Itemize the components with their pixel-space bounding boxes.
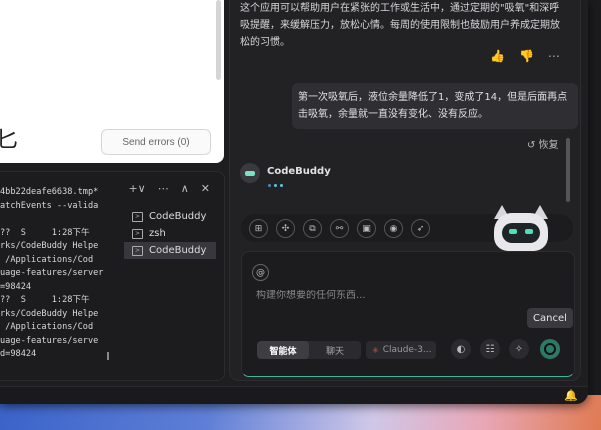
terminal-tab-label: CodeBuddy	[149, 245, 207, 256]
terminal-tab-codebuddy-active[interactable]: > CodeBuddy	[124, 242, 216, 259]
claude-icon: ✳	[372, 345, 379, 355]
tool-link-icon[interactable]: ⚯	[330, 219, 349, 238]
tool-plugin-icon[interactable]: ✣	[276, 219, 295, 238]
ide-window: 匕 Send errors (0) +∨ ⋯ ∧ ✕ 4bb22deafe663…	[0, 0, 588, 404]
terminal-line: ?? S 1:28下午	[0, 227, 90, 238]
tool-copy-icon[interactable]: ⧉	[303, 219, 322, 238]
palette-icon[interactable]: ◐	[451, 339, 471, 359]
more-icon[interactable]: ⋯	[548, 49, 560, 63]
bell-icon[interactable]: 🔔	[564, 389, 578, 402]
mode-agent[interactable]: 智能体	[257, 341, 309, 359]
checklist-icon[interactable]: ☷	[480, 339, 500, 359]
mention-button[interactable]: @	[252, 264, 269, 281]
terminal-icon: >	[132, 211, 143, 222]
mode-toggle: 智能体 聊天	[257, 341, 361, 359]
thumbs-up-icon[interactable]: 👍	[490, 49, 505, 63]
terminal-tab-label: zsh	[149, 228, 166, 239]
stop-button[interactable]	[540, 339, 560, 359]
terminal-output[interactable]: 4bb22deafe6638.tmp* atchEvents --valida ?…	[0, 186, 110, 362]
user-message: 第一次吸氧后，液位余量降低了1，变成了14，但是后面再点击吸氧，余量就一直没有变…	[292, 83, 578, 129]
message-actions: 👍 👎 ⋯	[490, 49, 560, 63]
codebuddy-chat-panel: 这个应用可以帮助用户在紧张的工作或生活中，通过定期的"吸氧"和深呼吸提醒，来缓解…	[229, 0, 581, 381]
terminal-line: rks/CodeBuddy Helpe	[0, 241, 99, 251]
cancel-tooltip: Cancel	[527, 308, 573, 328]
chat-input[interactable]	[256, 290, 556, 301]
terminal-tab-label: CodeBuddy	[149, 211, 207, 222]
terminal-tab-codebuddy[interactable]: > CodeBuddy	[124, 208, 216, 225]
assistant-message: 这个应用可以帮助用户在紧张的工作或生活中，通过定期的"吸氧"和深呼吸提醒，来缓解…	[240, 3, 560, 48]
typing-indicator	[268, 184, 283, 187]
model-selector[interactable]: ✳ Claude-3...	[366, 341, 436, 359]
terminal-line: =98424	[0, 281, 32, 292]
maximize-icon[interactable]: ∧	[181, 182, 189, 195]
more-icon[interactable]: ⋯	[158, 182, 169, 195]
model-label: Claude-3...	[382, 345, 432, 355]
bot-avatar	[240, 163, 260, 183]
restore-button[interactable]: ↺ 恢复	[527, 136, 559, 151]
terminal-scrollbar[interactable]	[107, 352, 109, 360]
bot-name: CodeBuddy	[267, 166, 331, 177]
robot-mascot	[488, 205, 554, 255]
thumbs-down-icon[interactable]: 👎	[519, 49, 534, 63]
terminal-line: uage-features/serve	[0, 335, 99, 346]
terminal-icon: >	[132, 228, 143, 239]
terminal-line: /Applications/Cod	[0, 322, 94, 332]
terminal-line: ?? S 1:28下午	[0, 295, 90, 305]
terminal-line: 4bb22deafe6638.tmp*	[0, 187, 99, 197]
terminal-tab-list: > CodeBuddy > zsh > CodeBuddy	[124, 208, 216, 259]
terminal-toolbar: +∨ ⋯ ∧ ✕	[128, 182, 210, 195]
mode-chat[interactable]: 聊天	[309, 341, 361, 359]
close-icon[interactable]: ✕	[201, 182, 210, 195]
tool-grid-icon[interactable]: ⊞	[249, 219, 268, 238]
send-errors-button[interactable]: Send errors (0)	[101, 129, 211, 155]
errors-panel: 匕 Send errors (0)	[0, 0, 224, 163]
terminal-line: rks/CodeBuddy Helpe	[0, 308, 99, 319]
terminal-line: /Applications/Cod	[0, 254, 94, 265]
errors-scrollbar[interactable]	[216, 0, 221, 80]
chat-scrollbar[interactable]	[566, 138, 570, 202]
tool-eye-icon[interactable]: ◉	[384, 219, 403, 238]
partial-text: 匕	[0, 128, 19, 153]
sparkle-icon[interactable]: ✧	[509, 339, 529, 359]
status-bar: 🔔	[0, 386, 588, 404]
chat-composer: @ 智能体 聊天 ✳ Claude-3... ◐ ☷ ✧	[241, 251, 575, 377]
terminal-icon: >	[132, 245, 143, 256]
tool-image-icon[interactable]: ▣	[357, 219, 376, 238]
terminal-tab-zsh[interactable]: > zsh	[124, 225, 216, 242]
terminal-line: atchEvents --valida	[0, 200, 99, 211]
terminal-panel: +∨ ⋯ ∧ ✕ 4bb22deafe6638.tmp* atchEvents -…	[0, 171, 225, 381]
terminal-line: d=98424	[0, 349, 37, 359]
terminal-line: uage-features/server	[0, 268, 104, 278]
tool-rocket-icon[interactable]: ➶	[411, 219, 430, 238]
new-terminal-icon[interactable]: +∨	[128, 182, 145, 195]
